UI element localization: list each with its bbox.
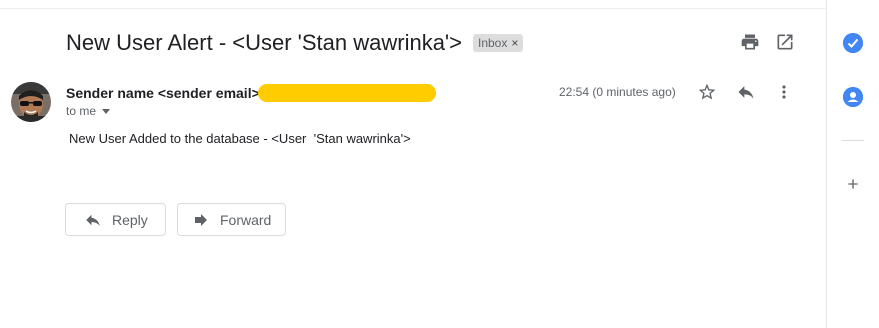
plus-icon[interactable] <box>843 174 863 194</box>
star-icon <box>698 83 716 100</box>
divider <box>0 8 826 9</box>
contacts-icon[interactable] <box>843 87 863 107</box>
email-subject: New User Alert - <User 'Stan wawrinka'> <box>66 30 462 55</box>
avatar[interactable] <box>11 82 51 122</box>
contacts-glyph <box>843 87 863 107</box>
forward-label: Forward <box>220 211 272 228</box>
reply-icon <box>86 214 100 226</box>
reply-icon-button[interactable] <box>734 80 758 104</box>
star-button[interactable] <box>695 80 719 104</box>
more-vert-icon <box>782 85 786 99</box>
redaction-mark <box>257 84 436 102</box>
forward-icon <box>195 213 207 226</box>
remove-label-icon[interactable]: × <box>511 36 518 50</box>
reply-icon <box>738 86 754 99</box>
email-body: New User Added to the database - <User '… <box>69 131 411 146</box>
reply-button[interactable]: Reply <box>65 203 166 236</box>
inbox-label-chip[interactable]: Inbox × <box>472 34 524 52</box>
print-button[interactable] <box>738 30 762 54</box>
reply-label: Reply <box>112 211 148 228</box>
forward-button[interactable]: Forward <box>177 203 286 236</box>
open-in-new-window-button[interactable] <box>773 30 797 54</box>
label-text: Inbox <box>477 36 508 50</box>
sender-name: Sender name <sender email> <box>66 85 260 101</box>
avatar-image <box>11 82 51 122</box>
email-view: New User Alert - <User 'Stan wawrinka'> … <box>0 0 879 328</box>
print-icon <box>741 34 759 50</box>
side-divider <box>842 140 864 141</box>
email-timestamp: 22:54 (0 minutes ago) <box>559 85 676 99</box>
side-panel <box>826 0 879 328</box>
sender-line: Sender name <sender email> <box>66 84 436 102</box>
recipient-text: to me <box>66 104 97 118</box>
recipient-line: to me <box>66 104 111 118</box>
tasks-icon[interactable] <box>843 33 863 53</box>
plus-glyph <box>848 179 858 189</box>
subject-row: New User Alert - <User 'Stan wawrinka'> … <box>66 30 524 56</box>
show-details-dropdown-icon[interactable] <box>102 108 111 114</box>
more-options-button[interactable] <box>772 80 796 104</box>
tasks-glyph <box>843 33 863 53</box>
open-in-new-icon <box>777 34 793 50</box>
message-pane: New User Alert - <User 'Stan wawrinka'> … <box>0 0 826 328</box>
